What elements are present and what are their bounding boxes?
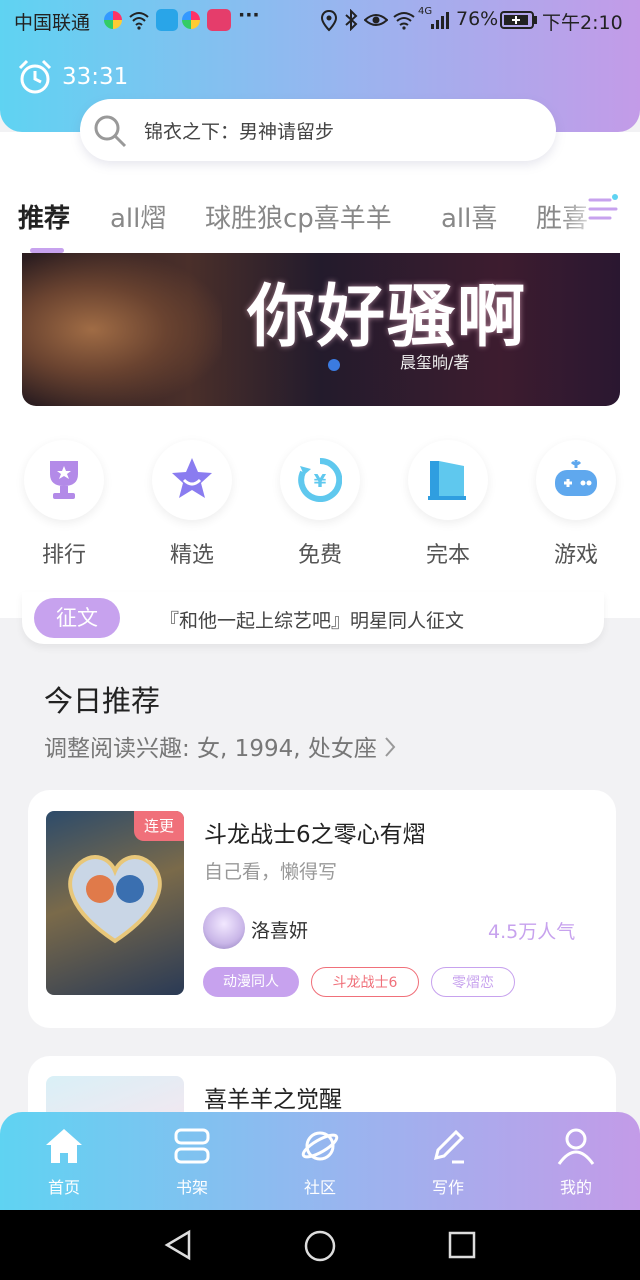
system-nav-bar	[0, 1210, 640, 1280]
nav-write[interactable]: 写作	[384, 1118, 512, 1202]
nav-community[interactable]: 社区	[256, 1118, 384, 1202]
trophy-icon	[50, 461, 78, 499]
app-notification-icon	[182, 11, 200, 29]
carrier-label: 中国联通	[14, 12, 91, 34]
contest-text[interactable]: 『和他一起上综艺吧』明星同人征文	[160, 606, 464, 633]
user-icon	[557, 1128, 595, 1165]
category-free-button[interactable]: ¥	[280, 440, 360, 520]
banner-image	[22, 253, 222, 406]
book-tag[interactable]: 斗龙战士6	[311, 967, 419, 997]
wifi-icon	[393, 12, 415, 30]
category-label: 游戏	[553, 543, 598, 568]
book-icon	[428, 461, 466, 500]
tab-all-xi[interactable]: all喜	[441, 198, 497, 235]
app-notification-icon	[104, 11, 122, 29]
location-icon	[320, 10, 338, 32]
author-avatar[interactable]	[203, 907, 245, 949]
nav-home[interactable]: 首页	[0, 1118, 128, 1202]
planet-icon	[301, 1131, 339, 1161]
bookshelf-icon	[174, 1128, 210, 1164]
heart-pendant-image	[68, 855, 162, 944]
banner-page-dot	[328, 359, 340, 371]
tab-menu-icon[interactable]	[586, 192, 620, 226]
banner-carousel[interactable]: 你好骚啊 晨玺晌/著	[22, 253, 620, 406]
nav-profile[interactable]: 我的	[512, 1118, 640, 1202]
star-icon	[172, 458, 212, 498]
contest-badge: 征文	[34, 598, 120, 638]
search-bar[interactable]: 锦衣之下：男神请留步	[80, 99, 556, 161]
nav-label: 首页	[47, 1178, 80, 1197]
author-name[interactable]: 洛喜妍	[251, 916, 308, 943]
status-time: 下午2:10	[542, 12, 623, 34]
cellular-signal-icon	[431, 12, 449, 29]
reading-preferences-link[interactable]: 调整阅读兴趣: 女, 1994, 处女座	[44, 729, 397, 763]
alarm-clock-icon[interactable]	[16, 58, 54, 96]
back-icon[interactable]	[163, 1229, 193, 1261]
book-subtitle: 自己看，懒得写	[204, 861, 338, 883]
chevron-right-icon	[385, 737, 396, 757]
bluetooth-icon	[345, 9, 358, 31]
nav-label: 书架	[175, 1178, 208, 1197]
tab-qiusheng-lang[interactable]: 球胜狼cp喜羊羊	[205, 198, 392, 235]
battery-icon	[500, 11, 537, 29]
section-title: 今日推荐	[44, 684, 161, 718]
category-complete-button[interactable]	[408, 440, 488, 520]
search-placeholder: 锦衣之下：男神请留步	[144, 121, 335, 143]
svg-text:¥: ¥	[314, 471, 327, 492]
nav-bookshelf[interactable]: 书架	[128, 1118, 256, 1202]
nav-label: 我的	[559, 1178, 592, 1197]
nav-label: 社区	[303, 1178, 336, 1197]
wifi-icon	[129, 12, 149, 30]
category-games-button[interactable]	[536, 440, 616, 520]
battery-percent: 76%	[456, 8, 499, 30]
book-title[interactable]: 斗龙战士6之零心有熠	[204, 815, 426, 849]
nav-label: 写作	[431, 1178, 464, 1197]
home-icon	[46, 1129, 82, 1163]
more-notifications-icon: ···	[238, 4, 260, 26]
book-tag[interactable]: 动漫同人	[203, 967, 299, 997]
update-badge: 连更	[134, 811, 184, 841]
category-label: 完本	[425, 543, 470, 568]
category-rank-button[interactable]	[24, 440, 104, 520]
pen-icon	[433, 1129, 465, 1164]
home-circle-icon[interactable]	[303, 1229, 337, 1263]
free-yen-icon: ¥	[298, 458, 342, 502]
category-label: 免费	[297, 543, 342, 568]
reading-timer: 33:31	[62, 64, 129, 90]
popularity-count: 4.5万人气	[488, 921, 576, 943]
tab-all-yi[interactable]: all熠	[110, 198, 166, 235]
category-label: 精选	[169, 543, 214, 568]
category-label: 排行	[41, 543, 86, 568]
recent-apps-icon[interactable]	[448, 1231, 476, 1259]
banner-author: 晨玺晌/著	[400, 353, 470, 372]
category-featured-button[interactable]	[152, 440, 232, 520]
app-notification-icon	[207, 9, 231, 31]
book-title[interactable]: 喜羊羊之觉醒	[204, 1080, 342, 1114]
eye-icon	[364, 14, 388, 26]
book-tag[interactable]: 零熠恋	[431, 967, 515, 997]
banner-title: 你好骚啊	[247, 277, 528, 357]
gamepad-icon	[555, 460, 597, 496]
tab-recommend[interactable]: 推荐	[18, 198, 70, 235]
app-notification-icon	[156, 9, 178, 31]
search-icon	[94, 115, 127, 148]
reading-preferences-text: 调整阅读兴趣: 女, 1994, 处女座	[44, 736, 377, 762]
